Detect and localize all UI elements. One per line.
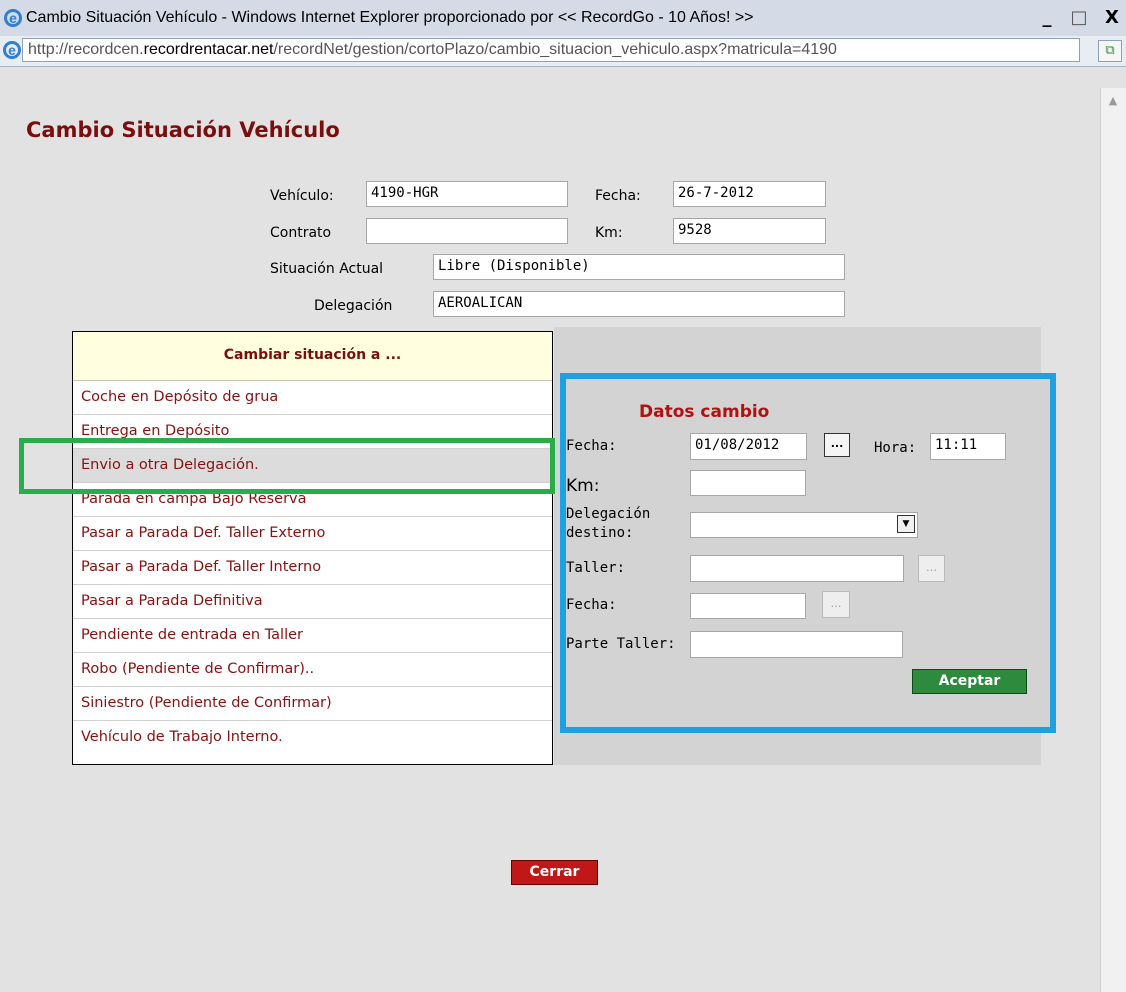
hora-field[interactable]: 11:11 <box>930 433 1006 460</box>
datos-fecha-label: Fecha: <box>566 438 617 454</box>
menu-item-taller-interno[interactable]: Pasar a Parada Def. Taller Interno <box>73 551 552 585</box>
page-title: Cambio Situación Vehículo <box>26 118 340 142</box>
minimize-button[interactable]: _ <box>1036 8 1058 28</box>
menu-item-envio-otra-delegacion[interactable]: Envio a otra Delegación. <box>73 449 552 483</box>
menu-item-label: Envio a otra Delegación. <box>81 457 259 473</box>
datos-km-label: Km: <box>566 476 600 496</box>
url-text: http://recordcen.recordrentacar.net/reco… <box>28 41 837 59</box>
url-domain: recordrentacar.net <box>143 41 274 58</box>
parte-taller-field[interactable] <box>690 631 903 658</box>
fecha-label: Fecha: <box>595 188 641 204</box>
fecha-field[interactable]: 26-7-2012 <box>673 181 826 207</box>
cerrar-button[interactable]: Cerrar <box>511 860 598 885</box>
url-prefix: http://recordcen. <box>28 41 144 58</box>
vehiculo-field[interactable]: 4190-HGR <box>366 181 568 207</box>
taller-label: Taller: <box>566 560 626 576</box>
fecha2-picker-button[interactable]: … <box>822 591 850 618</box>
datos-fecha-field[interactable]: 01/08/2012 <box>690 433 807 460</box>
scroll-up-arrow-icon[interactable]: ▲ <box>1102 88 1124 114</box>
menu-item-siniestro[interactable]: Siniestro (Pendiente de Confirmar) <box>73 687 552 721</box>
parte-taller-label: Parte Taller: <box>566 636 676 652</box>
menu-item-entrega-deposito[interactable]: Entrega en Depósito <box>73 415 552 449</box>
menu-item-robo[interactable]: Robo (Pendiente de Confirmar).. <box>73 653 552 687</box>
menu-item-parada-campa[interactable]: Parada en campa Bajo Reserva <box>73 483 552 517</box>
ie-logo-icon: e <box>4 9 22 27</box>
hora-label: Hora: <box>874 440 917 456</box>
aceptar-button[interactable]: Aceptar <box>912 669 1027 694</box>
delegacion-label: Delegación <box>314 298 393 314</box>
status-menu-title: Cambiar situación a ... <box>223 347 402 363</box>
url-path: /recordNet/gestion/cortoPlazo/cambio_sit… <box>273 41 837 58</box>
menu-item-label: Vehículo de Trabajo Interno. <box>81 729 283 745</box>
datos-cambio-title: Datos cambio <box>639 402 770 422</box>
taller-field[interactable] <box>690 555 904 582</box>
datos-fecha2-label: Fecha: <box>566 597 617 613</box>
vertical-scrollbar[interactable] <box>1100 88 1126 992</box>
km-label: Km: <box>595 225 623 241</box>
maximize-button[interactable]: □ <box>1068 8 1090 28</box>
dropdown-arrow-icon[interactable]: ▼ <box>897 515 915 533</box>
menu-item-label: Pasar a Parada Def. Taller Interno <box>81 559 322 575</box>
delegacion-destino-select[interactable]: ▼ <box>690 512 918 538</box>
menu-item-taller-externo[interactable]: Pasar a Parada Def. Taller Externo <box>73 517 552 551</box>
window-title-bar[interactable]: e Cambio Situación Vehículo - Windows In… <box>0 0 1126 36</box>
situacion-field[interactable]: Libre (Disponible) <box>433 254 845 280</box>
menu-item-label: Pasar a Parada Def. Taller Externo <box>81 525 326 541</box>
delegacion-destino-label-2: destino: <box>566 525 634 541</box>
page-icon: e <box>3 41 21 59</box>
vehiculo-label: Vehículo: <box>270 188 334 204</box>
menu-item-pendiente-taller[interactable]: Pendiente de entrada en Taller <box>73 619 552 653</box>
menu-item-label: Parada en campa Bajo Reserva <box>81 491 307 507</box>
menu-item-label: Entrega en Depósito <box>81 423 230 439</box>
fecha-picker-button[interactable]: ... <box>824 433 850 457</box>
menu-item-trabajo-interno[interactable]: Vehículo de Trabajo Interno. <box>73 721 552 755</box>
window-title: Cambio Situación Vehículo - Windows Inte… <box>26 9 754 26</box>
menu-item-parada-definitiva[interactable]: Pasar a Parada Definitiva <box>73 585 552 619</box>
status-menu-header: Cambiar situación a ... <box>73 332 552 381</box>
menu-item-label: Pasar a Parada Definitiva <box>81 593 263 609</box>
delegacion-destino-label-1: Delegación <box>566 506 651 522</box>
compatibility-view-icon[interactable]: ⧉ <box>1098 40 1122 62</box>
delegacion-field[interactable]: AEROALICAN <box>433 291 845 317</box>
datos-km-field[interactable] <box>690 470 806 496</box>
datos-fecha2-field[interactable] <box>690 593 806 619</box>
close-window-button[interactable]: X <box>1101 8 1123 28</box>
menu-item-label: Coche en Depósito de grua <box>81 389 279 405</box>
taller-picker-button[interactable]: … <box>918 555 945 582</box>
contrato-label: Contrato <box>270 225 332 241</box>
km-field[interactable]: 9528 <box>673 218 826 244</box>
address-bar: e http://recordcen.recordrentacar.net/re… <box>0 36 1126 67</box>
contrato-field[interactable] <box>366 218 568 244</box>
menu-item-label: Robo (Pendiente de Confirmar).. <box>81 661 315 677</box>
menu-item-label: Pendiente de entrada en Taller <box>81 627 303 643</box>
menu-item-coche-deposito-grua[interactable]: Coche en Depósito de grua <box>73 381 552 415</box>
status-menu: Cambiar situación a ... Coche en Depósit… <box>72 331 553 765</box>
situacion-label: Situación Actual <box>270 261 384 277</box>
menu-item-label: Siniestro (Pendiente de Confirmar) <box>81 695 332 711</box>
